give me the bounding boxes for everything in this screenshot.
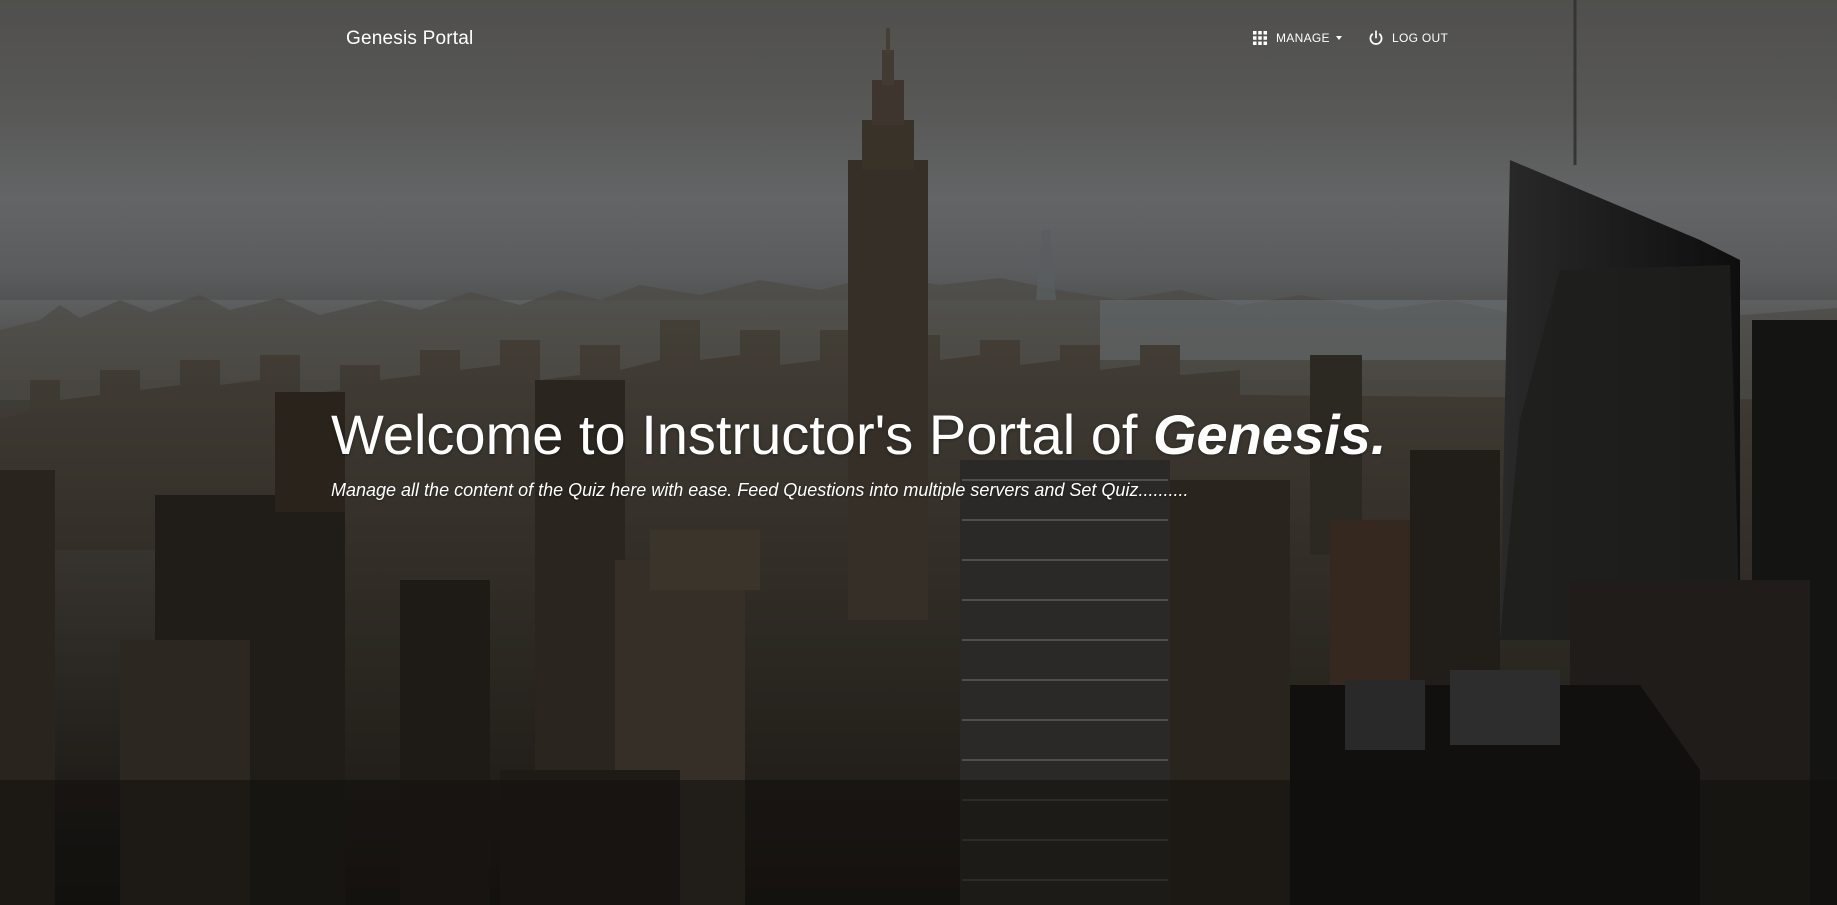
hero-title-prefix: Welcome to Instructor's Portal of — [331, 403, 1138, 466]
top-navbar: Genesis Portal MANAGE LOG OUT — [0, 0, 1837, 82]
hero-title-emphasis: Genesis. — [1152, 403, 1387, 466]
apps-grid-icon — [1252, 30, 1268, 46]
caret-down-icon — [1335, 36, 1342, 40]
hero-section: Welcome to Instructor's Portal of Genesi… — [331, 400, 1631, 501]
logout-button[interactable]: LOG OUT — [1368, 30, 1448, 46]
hero-title: Welcome to Instructor's Portal of Genesi… — [331, 400, 1631, 470]
brand-link[interactable]: Genesis Portal — [346, 28, 473, 50]
logout-label: LOG OUT — [1392, 31, 1449, 45]
manage-label: MANAGE — [1276, 31, 1330, 45]
hero-subtitle: Manage all the content of the Quiz here … — [331, 480, 1189, 500]
page: Genesis Portal MANAGE LOG OUT Welcome to… — [0, 0, 1837, 905]
manage-dropdown[interactable]: MANAGE — [1252, 30, 1342, 46]
power-icon — [1368, 30, 1384, 46]
